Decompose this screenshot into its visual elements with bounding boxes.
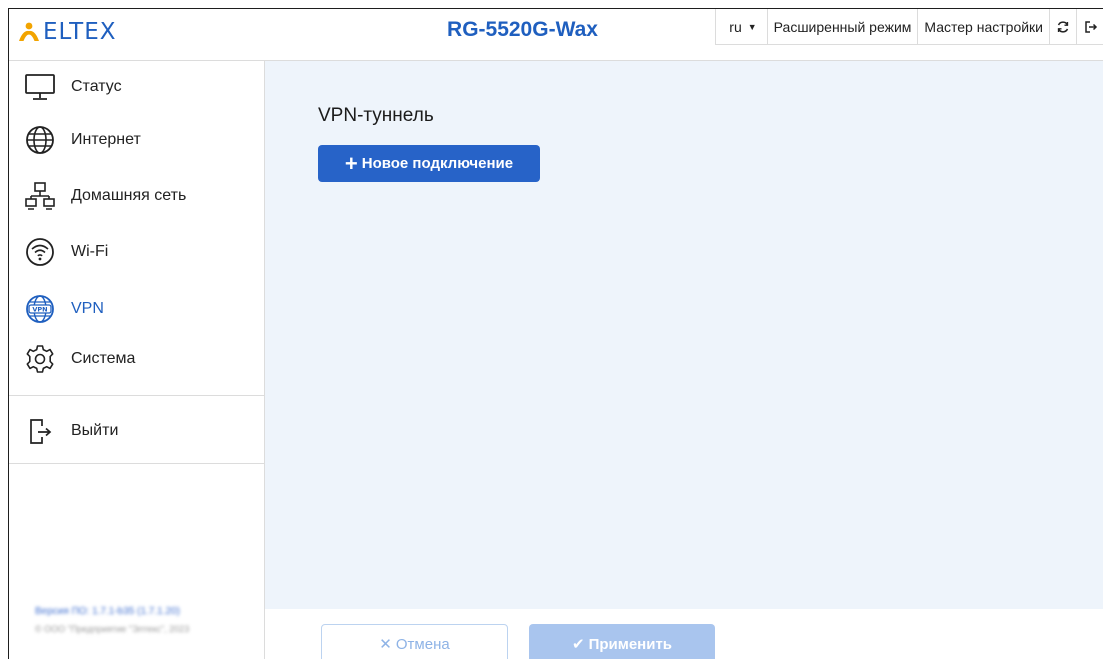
page-title: VPN-туннель: [318, 105, 434, 126]
top-header: ELTEX RG-5520G-Wax ru ▼ Расширенный режи…: [9, 9, 1103, 61]
network-icon: [23, 179, 57, 213]
new-connection-label: Новое подключение: [361, 155, 514, 172]
sidebar-item-label: Wi-Fi: [71, 243, 109, 260]
device-model-text: RG-5520G-Wax: [447, 18, 598, 41]
header-toolbar: ru ▼ Расширенный режим Мастер настройки: [715, 9, 1103, 45]
sidebar-divider: [9, 463, 265, 464]
sidebar-item-label: VPN: [71, 300, 104, 317]
sidebar-item-logout[interactable]: Выйти: [9, 411, 264, 451]
eltex-logo-mark-icon: [19, 22, 39, 41]
close-icon: ✕: [379, 636, 392, 653]
sidebar-item-label: Статус: [71, 78, 122, 95]
svg-text:VPN: VPN: [32, 306, 47, 314]
refresh-icon: [1057, 21, 1069, 33]
eltex-logo[interactable]: ELTEX: [17, 19, 117, 45]
chevron-down-icon: ▼: [747, 22, 757, 32]
sidebar-item-status[interactable]: Статус: [9, 67, 264, 107]
refresh-button[interactable]: [1050, 9, 1077, 45]
copyright-text: © ООО "Предприятие "Элтекс", 2023: [35, 624, 190, 634]
app-window: ELTEX RG-5520G-Wax ru ▼ Расширенный режи…: [8, 8, 1103, 659]
logout-icon: [1084, 21, 1097, 33]
sidebar-item-label: Интернет: [71, 131, 141, 148]
apply-label: Применить: [588, 635, 673, 653]
cancel-button[interactable]: ✕ Отмена: [321, 624, 508, 659]
sidebar-item-label: Система: [71, 350, 136, 367]
advanced-mode-button[interactable]: Расширенный режим: [768, 9, 919, 45]
logout-button[interactable]: [1077, 9, 1103, 45]
exit-icon: [23, 414, 57, 448]
cancel-label: Отмена: [395, 635, 450, 653]
sidebar-item-label: Выйти: [71, 422, 119, 439]
plus-icon: +: [344, 150, 358, 176]
sidebar-item-wifi[interactable]: Wi-Fi: [9, 232, 264, 272]
vpn-globe-icon: VPN: [23, 292, 57, 326]
globe-icon: [23, 123, 57, 157]
setup-wizard-button[interactable]: Мастер настройки: [918, 9, 1050, 45]
logo-text: ELTEX: [43, 19, 117, 45]
sidebar-item-vpn[interactable]: VPN VPN: [9, 289, 264, 329]
sidebar-item-label: Домашняя сеть: [71, 187, 187, 204]
language-value: ru: [729, 19, 742, 35]
sidebar-divider: [9, 395, 265, 396]
main-content: VPN-туннель + Новое подключение: [265, 61, 1103, 609]
gear-icon: [23, 342, 57, 376]
apply-button[interactable]: ✔ Применить: [529, 624, 715, 659]
sidebar-item-internet[interactable]: Интернет: [9, 120, 264, 160]
new-connection-button[interactable]: + Новое подключение: [318, 145, 540, 182]
monitor-icon: [23, 70, 57, 104]
action-bar: ✕ Отмена ✔ Применить: [265, 609, 1103, 659]
firmware-version: Версия ПО: 1.7.1-b35 (1.7.1.20): [35, 606, 180, 617]
sidebar: Статус Интернет Домашняя сеть Wi-Fi VPN …: [9, 61, 265, 659]
wifi-icon: [23, 235, 57, 269]
sidebar-item-home-network[interactable]: Домашняя сеть: [9, 176, 264, 216]
language-select[interactable]: ru ▼: [716, 9, 768, 45]
check-icon: ✔: [571, 636, 585, 653]
sidebar-item-system[interactable]: Система: [9, 339, 264, 379]
